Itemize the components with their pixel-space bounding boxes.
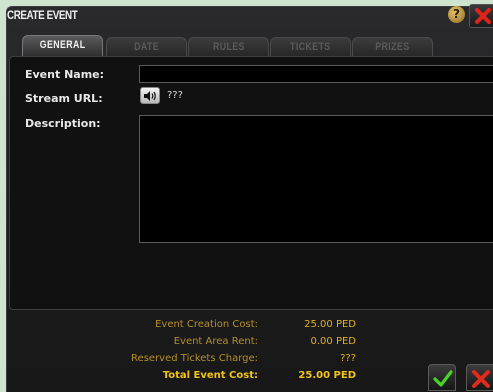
tab-general[interactable]: GENERAL	[22, 35, 103, 58]
tab-bar: GENERAL DATE RULES TICKETS PRIZES	[22, 35, 493, 58]
speaker-icon	[144, 91, 156, 101]
cost-label: Event Creation Cost:	[155, 319, 258, 330]
event-name-value	[140, 73, 144, 84]
general-panel: Event Name: Stream URL: ??? Description:	[9, 56, 493, 310]
cost-value: 25.00 PED	[304, 319, 356, 330]
confirm-button[interactable]	[428, 364, 456, 391]
tab-rules-label: RULES	[212, 41, 245, 53]
description-label: Description:	[25, 117, 101, 130]
cost-value: ???	[340, 353, 356, 364]
description-value	[140, 123, 144, 134]
tab-date[interactable]: DATE	[106, 37, 187, 57]
close-icon	[475, 8, 491, 24]
event-name-input[interactable]	[139, 65, 493, 83]
cost-value: 0.00 PED	[310, 336, 357, 347]
tab-prizes[interactable]: PRIZES	[352, 37, 433, 57]
cost-label: Reserved Tickets Charge:	[131, 353, 258, 364]
cancel-button[interactable]	[466, 364, 493, 391]
window-title: CREATE EVENT	[7, 8, 78, 22]
stream-url-play-button[interactable]	[140, 87, 160, 104]
checkmark-icon	[433, 370, 453, 387]
cross-icon	[472, 370, 490, 388]
tab-date-label: DATE	[134, 41, 159, 53]
stream-url-value: ???	[167, 90, 183, 101]
tab-tickets-label: TICKETS	[290, 41, 331, 53]
tab-tickets[interactable]: TICKETS	[270, 37, 351, 57]
help-icon[interactable]: ?	[448, 6, 465, 23]
total-cost-value: 25.00 PED	[298, 370, 356, 381]
stream-url-label: Stream URL:	[25, 92, 103, 105]
close-button[interactable]	[469, 4, 493, 28]
description-textarea[interactable]	[139, 115, 493, 243]
event-name-label: Event Name:	[25, 68, 105, 81]
tab-prizes-label: PRIZES	[375, 41, 410, 53]
total-cost-label: Total Event Cost:	[162, 370, 258, 381]
tab-rules[interactable]: RULES	[188, 37, 269, 57]
tab-general-label: GENERAL	[39, 39, 86, 51]
cost-label: Event Area Rent:	[173, 336, 258, 347]
